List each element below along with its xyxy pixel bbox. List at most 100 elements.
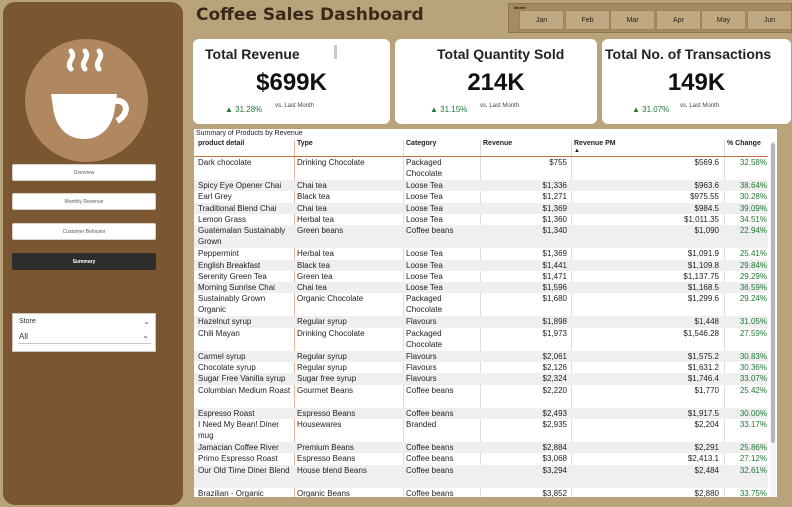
table-row[interactable]: Primo Espresso Roast Espresso Beans Coffee… — [194, 453, 768, 464]
nav-overview-button[interactable]: Overview — [12, 164, 156, 181]
table-row[interactable]: Brazilian - Organic Organic Beans Coffee b… — [194, 488, 768, 498]
table-row[interactable]: Jamacian Coffee River Premium Beans Coffee… — [194, 441, 768, 454]
cell-pct-change: 31.05% — [739, 317, 767, 327]
table-row[interactable]: Our Old Time Diner Blend House blend Bean… — [194, 464, 768, 488]
table-row[interactable]: Traditional Blend Chai Chai tea Loose Tea $… — [194, 202, 768, 214]
table-row[interactable]: English Breakfast Black tea Loose Tea $1,44… — [194, 259, 768, 271]
cell-revenue-pm: $1,770 — [694, 385, 719, 395]
cell-revenue: $2,126 — [542, 363, 567, 372]
cell-type: Black tea — [297, 192, 330, 202]
cell-revenue: $1,596 — [542, 283, 567, 293]
month-may-button[interactable]: May — [701, 10, 746, 30]
table-row[interactable]: Peppermint Herbal tea Loose Tea $1,369 $1,09… — [194, 248, 768, 259]
coffee-cup-logo — [25, 39, 148, 162]
cell-product: Chili Mayan — [198, 328, 240, 338]
month-apr-button[interactable]: Apr — [656, 10, 701, 30]
table-row[interactable]: Sugar Free Vanilla syrup Sugar free syrup… — [194, 373, 768, 385]
month-jun-button[interactable]: Jun — [747, 10, 792, 30]
cell-pct-change: 33.07% — [739, 374, 767, 384]
cell-revenue-pm: $1,137.75 — [683, 271, 719, 281]
store-slicer: Store ⌄ All ⌄ — [12, 313, 156, 352]
cell-pct-change: 33.17% — [739, 419, 767, 429]
cell-type: Premium Beans — [297, 442, 354, 452]
cell-revenue: $2,324 — [542, 374, 567, 384]
cell-product: Our Old Time Diner Blend — [198, 465, 290, 475]
cell-revenue-pm: $1,299.6 — [687, 294, 719, 304]
column-header-revenue-pm[interactable]: Revenue PM ▲ — [574, 140, 616, 156]
cell-category: Loose Tea — [406, 260, 443, 270]
cell-revenue: $3,852 — [542, 488, 567, 498]
table-row[interactable]: Hazelnut syrup Regular syrup Flavours $1,89… — [194, 316, 768, 328]
column-header-pct-change[interactable]: % Change — [727, 140, 761, 156]
cell-product: Sugar Free Vanilla syrup — [198, 374, 286, 384]
cell-revenue-pm: $1,168.5 — [687, 283, 719, 293]
cell-revenue: $1,680 — [542, 294, 567, 304]
table-row[interactable]: Lemon Grass Herbal tea Loose Tea $1,360 $1,0… — [194, 214, 768, 225]
cell-pct-change: 39.09% — [739, 203, 767, 213]
table-row[interactable]: Morning Sunrise Chai Chai tea Loose Tea $1,… — [194, 282, 768, 294]
cell-revenue: $2,884 — [542, 442, 567, 452]
cell-pct-change: 29.84% — [739, 260, 767, 270]
table-row[interactable]: Columbian Medium Roast Gourmet Beans Coffe… — [194, 385, 768, 408]
table-row[interactable]: Chocolate syrup Regular syrup Flavours $2,1… — [194, 362, 768, 373]
cell-revenue: $2,493 — [542, 408, 567, 418]
scrollbar-thumb[interactable] — [771, 143, 775, 443]
column-header-revenue-pm-label: Revenue PM — [574, 140, 616, 147]
page-title: Coffee Sales Dashboard — [196, 5, 424, 25]
table-row[interactable]: Guatemalan Sustainably Grown Green beans C… — [194, 225, 768, 249]
month-mar-button[interactable]: Mar — [610, 10, 655, 30]
cell-revenue-pm: $1,546.28 — [683, 328, 719, 338]
table-row[interactable]: Earl Grey Black tea Loose Tea $1,271 $975.55… — [194, 191, 768, 202]
cell-category: Coffee beans — [406, 488, 454, 498]
cell-product: Primo Espresso Roast — [198, 454, 278, 464]
cell-product: Hazelnut syrup — [198, 317, 252, 327]
cell-revenue-pm: $984.5 — [694, 203, 719, 213]
table-row[interactable]: Serenity Green Tea Green tea Loose Tea $1,4… — [194, 271, 768, 282]
nav-monthly-revenue-button[interactable]: Monthly Revenue — [12, 193, 156, 210]
column-header-category[interactable]: Category — [406, 140, 436, 156]
kpi-change: ▲ 31.28% — [225, 105, 263, 114]
cell-revenue-pm: $1,575.2 — [687, 351, 719, 361]
kpi-card-total-transactions: Total No. of Transactions 149K ▲ 31.07% … — [602, 39, 791, 124]
column-header-revenue[interactable]: Revenue — [483, 140, 512, 156]
cell-type: Chai tea — [297, 181, 327, 190]
cell-revenue-pm: $2,880 — [694, 488, 719, 498]
column-header-product[interactable]: product detail — [198, 140, 244, 156]
cell-product: I Need My Bean! Diner mug — [198, 419, 279, 440]
chevron-down-icon[interactable]: ⌄ — [143, 317, 150, 326]
cell-category: Branded — [406, 419, 437, 429]
cell-type: Housewares — [297, 419, 342, 429]
month-jan-button[interactable]: Jan — [519, 10, 564, 30]
table-row[interactable]: Chili Mayan Drinking Chocolate Packaged Ch… — [194, 328, 768, 351]
nav-summary-button[interactable]: Summary — [12, 253, 156, 270]
table-row[interactable]: Sustainably Grown Organic Organic Chocola… — [194, 293, 768, 316]
cell-category: Coffee beans — [406, 385, 454, 395]
table-row[interactable]: Dark chocolate Drinking Chocolate Packaged… — [194, 157, 768, 180]
cell-product: English Breakfast — [198, 260, 261, 270]
cell-product: Spicy Eye Opener Chai — [198, 181, 282, 190]
cell-pct-change: 38.64% — [739, 181, 767, 190]
cell-revenue: $2,061 — [542, 351, 567, 361]
cell-revenue: $2,935 — [542, 419, 567, 429]
sort-ascending-icon: ▲ — [574, 148, 580, 154]
kpi-change: ▲ 31.15% — [430, 105, 468, 114]
column-header-type[interactable]: Type — [297, 140, 313, 156]
kpi-accent-bar — [334, 45, 337, 59]
cell-revenue-pm: $2,484 — [694, 465, 719, 475]
table-row[interactable]: Spicy Eye Opener Chai Chai tea Loose Tea $1… — [194, 180, 768, 192]
nav-customer-behavior-button[interactable]: Customer Behavior — [12, 223, 156, 240]
table-row[interactable]: I Need My Bean! Diner mug Housewares Brand… — [194, 419, 768, 442]
month-feb-button[interactable]: Feb — [565, 10, 610, 30]
cell-revenue: $1,898 — [542, 317, 567, 327]
table-row[interactable]: Carmel syrup Regular syrup Flavours $2,061 $… — [194, 350, 768, 362]
table-row[interactable]: Espresso Roast Espresso Beans Coffee beans… — [194, 407, 768, 419]
cell-category: Coffee beans — [406, 226, 454, 236]
cell-product: Lemon Grass — [198, 214, 247, 224]
cell-type: Green beans — [297, 226, 344, 236]
store-dropdown[interactable]: All ⌄ — [18, 330, 151, 344]
cell-revenue: $1,973 — [542, 328, 567, 338]
cell-revenue: $1,336 — [542, 181, 567, 190]
cell-revenue: $1,441 — [542, 260, 567, 270]
cell-product: Traditional Blend Chai — [198, 203, 277, 213]
cell-pct-change: 29.24% — [739, 294, 767, 304]
